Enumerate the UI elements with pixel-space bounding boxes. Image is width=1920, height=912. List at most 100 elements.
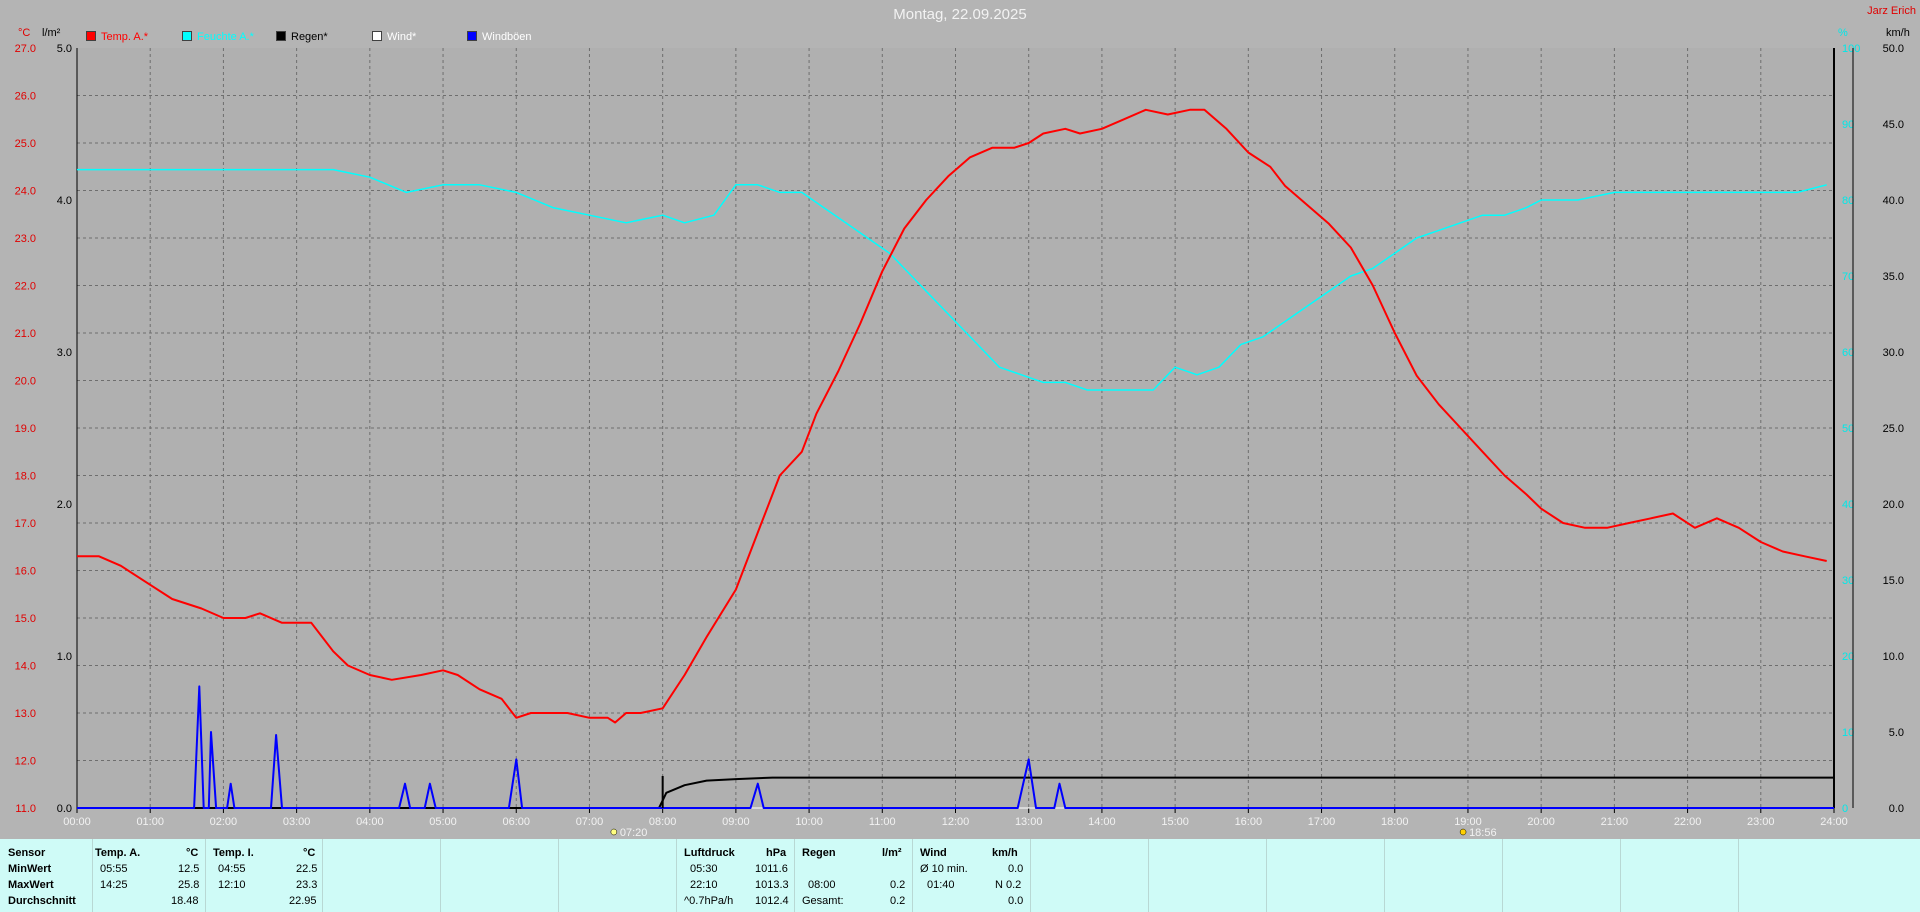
- temp-i-min-time: 04:55: [218, 863, 246, 875]
- temp-tick-label: 19.0: [15, 423, 36, 435]
- temp-tick-label: 20.0: [15, 376, 36, 388]
- x-tick-label: 04:00: [356, 816, 384, 828]
- rain-total-label: Gesamt:: [802, 895, 844, 907]
- x-tick-label: 17:00: [1308, 816, 1336, 828]
- temp-tick-label: 17.0: [15, 518, 36, 530]
- row-label-avg: Durchschnitt: [8, 895, 76, 907]
- x-tick-label: 07:00: [576, 816, 604, 828]
- temp-i-max-val: 23.3: [296, 879, 318, 891]
- humidity-tick-label: 30: [1842, 575, 1854, 587]
- temp-tick-label: 12.0: [15, 756, 36, 768]
- pressure-min-time: 05:30: [690, 863, 718, 875]
- rain-tick-label: 0.0: [57, 803, 72, 815]
- row-label-min: MinWert: [8, 863, 52, 875]
- x-tick-label: 12:00: [942, 816, 970, 828]
- sunrise-icon: [610, 828, 618, 836]
- pressure-max-time: 22:10: [690, 879, 718, 891]
- temp-tick-label: 27.0: [15, 43, 36, 55]
- rain-tick-label: 3.0: [57, 347, 72, 359]
- wind-max-time: 01:40: [927, 879, 955, 891]
- pressure-avg: 1012.4: [755, 895, 789, 907]
- rain-header: Regen: [802, 847, 836, 859]
- humidity-tick-label: 90: [1842, 119, 1854, 131]
- temp-i-header: Temp. I.: [213, 847, 254, 859]
- x-tick-label: 23:00: [1747, 816, 1775, 828]
- temp-i-avg: 22.95: [289, 895, 317, 907]
- humidity-tick-label: 70: [1842, 271, 1854, 283]
- temp-a-min-val: 12.5: [178, 863, 200, 875]
- rain-time: 08:00: [808, 879, 836, 891]
- temp-a-unit: °C: [186, 847, 199, 859]
- x-tick-label: 09:00: [722, 816, 750, 828]
- temp-i-unit: °C: [303, 847, 316, 859]
- temp-tick-label: 16.0: [15, 566, 36, 578]
- humidity-tick-label: 20: [1842, 651, 1854, 663]
- humidity-tick-label: 40: [1842, 499, 1854, 511]
- temp-tick-label: 26.0: [15, 91, 36, 103]
- wind-tick-label: 50.0: [1883, 43, 1904, 55]
- rain-tick-label: 1.0: [57, 651, 72, 663]
- wind-tick-label: 35.0: [1883, 271, 1904, 283]
- wind-avg: 0.0: [1008, 863, 1024, 875]
- rain-tick-label: 4.0: [57, 195, 72, 207]
- sunset-icon: [1459, 828, 1467, 836]
- wind-tick-label: 40.0: [1883, 195, 1904, 207]
- wind-header: Wind: [920, 847, 947, 859]
- temp-i-max-time: 12:10: [218, 879, 246, 891]
- wind-avg-label: Ø 10 min.: [920, 863, 968, 875]
- row-label-max: MaxWert: [8, 879, 54, 891]
- x-tick-label: 21:00: [1601, 816, 1629, 828]
- rain-tick-label: 2.0: [57, 499, 72, 511]
- x-tick-label: 22:00: [1674, 816, 1702, 828]
- x-tick-label: 03:00: [283, 816, 311, 828]
- humidity-tick-label: 50: [1842, 423, 1854, 435]
- temp-tick-label: 23.0: [15, 233, 36, 245]
- humidity-tick-label: 60: [1842, 347, 1854, 359]
- weather-chart: 00:00 01:00 02:00 03:00 04:00 05:00 06:00 07:00…: [15, 43, 1904, 839]
- wind-tick-label: 5.0: [1889, 727, 1904, 739]
- temp-tick-label: 13.0: [15, 708, 36, 720]
- wind-tick-label: 10.0: [1883, 651, 1904, 663]
- temp-a-header: Temp. A.: [95, 847, 141, 859]
- x-tick-label: 05:00: [429, 816, 457, 828]
- x-tick-label: 06:00: [502, 816, 530, 828]
- temp-tick-label: 25.0: [15, 138, 36, 150]
- x-tick-label: 01:00: [136, 816, 164, 828]
- rain-total: 0.2: [890, 895, 906, 907]
- wind-max-val: N 0.2: [995, 879, 1022, 891]
- pressure-unit: hPa: [766, 847, 787, 859]
- sunrise-time: 07:20: [620, 827, 648, 839]
- humidity-tick-label: 10: [1842, 727, 1854, 739]
- temp-tick-label: 21.0: [15, 328, 36, 340]
- humidity-tick-label: 80: [1842, 195, 1854, 207]
- wind-tick-label: 15.0: [1883, 575, 1904, 587]
- x-tick-label: 00:00: [63, 816, 91, 828]
- pressure-min-val: 1011.6: [755, 863, 788, 875]
- x-tick-label: 08:00: [649, 816, 677, 828]
- x-tick-label: 16:00: [1235, 816, 1263, 828]
- stats-table: Sensor MinWert MaxWert Durchschnitt Temp…: [0, 839, 1920, 912]
- rain-unit: l/m²: [882, 847, 902, 859]
- sunset-time: 18:56: [1469, 827, 1497, 839]
- temp-a-min-time: 05:55: [100, 863, 128, 875]
- pressure-trend: ^0.7hPa/h: [684, 895, 734, 907]
- temp-a-max-val: 25.8: [178, 879, 200, 891]
- wind-day-avg: 0.0: [1008, 895, 1024, 907]
- rain-tick-label: 5.0: [57, 43, 72, 55]
- temp-tick-label: 11.0: [15, 803, 36, 815]
- x-tick-label: 14:00: [1088, 816, 1116, 828]
- x-tick-label: 24:00: [1820, 816, 1848, 828]
- row-label-sensor: Sensor: [8, 847, 46, 859]
- temp-tick-label: 24.0: [15, 186, 36, 198]
- pressure-max-val: 1013.3: [755, 879, 789, 891]
- temp-tick-label: 22.0: [15, 281, 36, 293]
- wind-tick-label: 20.0: [1883, 499, 1904, 511]
- x-tick-label: 10:00: [795, 816, 823, 828]
- x-tick-label: 02:00: [210, 816, 238, 828]
- wind-tick-label: 25.0: [1883, 423, 1904, 435]
- pressure-header: Luftdruck: [684, 847, 735, 859]
- wind-tick-label: 0.0: [1889, 803, 1904, 815]
- temp-a-avg: 18.48: [171, 895, 199, 907]
- wind-unit: km/h: [992, 847, 1018, 859]
- x-tick-label: 11:00: [869, 816, 896, 828]
